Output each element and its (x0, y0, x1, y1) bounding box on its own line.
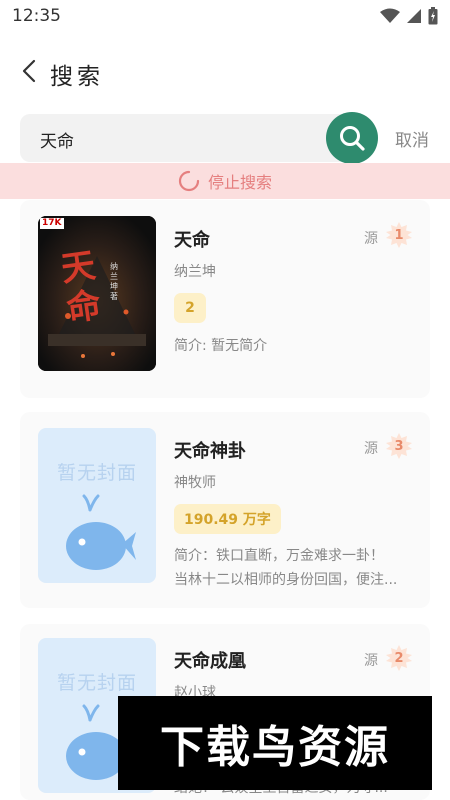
source-label: 源 (364, 653, 378, 669)
source-count: 2 (394, 650, 404, 666)
search-icon (340, 126, 365, 151)
stop-search-label: 停止搜索 (207, 173, 272, 192)
stop-search-bar[interactable]: 停止搜索 (0, 163, 450, 199)
source-label: 源 (364, 441, 378, 457)
source-count: 1 (394, 227, 404, 243)
battery-icon (428, 7, 438, 25)
cover-subtitle: 纳兰坤 著 (110, 262, 118, 301)
cancel-button[interactable]: 取消 (395, 126, 429, 151)
whale-icon (66, 494, 136, 570)
search-button[interactable] (326, 112, 378, 164)
wifi-icon (380, 8, 400, 23)
status-time: 12:35 (12, 6, 61, 26)
book-author: 纳兰坤 (174, 264, 216, 280)
signal-icon (407, 9, 421, 23)
book-cover-placeholder: 暂无封面 (38, 428, 156, 583)
cover-logo: 17K (42, 218, 62, 228)
source-count-badge: 2 (386, 645, 412, 671)
source-label: 源 (364, 231, 378, 247)
source-count-badge: 1 (386, 222, 412, 248)
book-intro-line-2: 当林十二以相师的身份回国，便注... (174, 572, 398, 588)
word-count-badge: 2 (174, 293, 206, 323)
watermark-overlay: 下载鸟资源 (118, 696, 432, 790)
search-input[interactable] (40, 126, 320, 152)
book-cover: 17K 天命 纳兰坤 著 (38, 216, 156, 371)
book-author: 神牧师 (174, 475, 216, 491)
source-count: 3 (394, 438, 404, 454)
chevron-left-icon (22, 59, 36, 83)
book-intro: 简介: 暂无简介 (174, 338, 268, 354)
word-count-badge: 190.49 万字 (174, 504, 281, 534)
book-title: 天命神卦 (174, 441, 246, 462)
result-card[interactable]: 17K 天命 纳兰坤 著 天命 纳兰坤 2 简介: 暂无简介 源 1 (20, 200, 430, 398)
watermark-text: 下载鸟资源 (160, 722, 390, 773)
search-box (20, 114, 350, 162)
book-intro: 简介：铁口直断，万金难求一卦！ (174, 548, 384, 564)
back-button[interactable] (14, 56, 44, 86)
book-title: 天命成凰 (174, 651, 246, 672)
page-title: 搜索 (50, 64, 104, 90)
result-card[interactable]: 暂无封面 天命神卦 神牧师 190.49 万字 简介：铁口直断，万金难求一卦！ … (20, 412, 430, 608)
book-title: 天命 (174, 230, 210, 251)
status-icons (380, 7, 438, 25)
loading-spinner-icon (178, 170, 200, 192)
source-count-badge: 3 (386, 433, 412, 459)
search-row: 取消 (0, 110, 450, 166)
status-bar: 12:35 (0, 0, 450, 32)
title-bar: 搜索 (0, 48, 450, 96)
